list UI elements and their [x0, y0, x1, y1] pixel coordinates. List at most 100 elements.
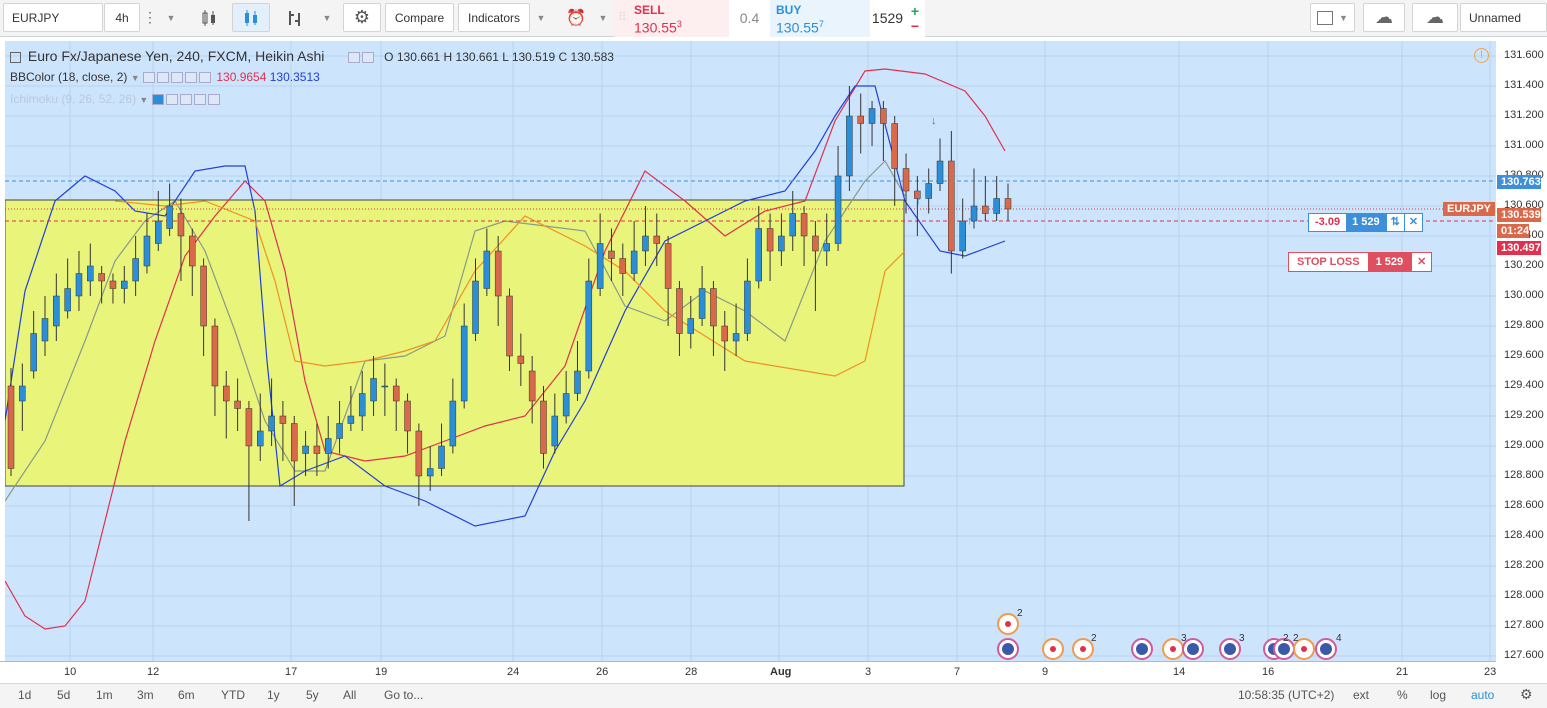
ichimoku-add-icon[interactable] [193, 94, 206, 106]
time-tick-8: 3 [865, 666, 872, 678]
series-title: Euro Fx/Japanese Yen, 240, FXCM, Heikin … [27, 48, 325, 64]
event-badge-5: 2 [1293, 633, 1299, 644]
interval-selector[interactable]: 4h [104, 3, 140, 32]
time-tick-14: 23 [1484, 666, 1497, 678]
quantity-plus-button[interactable]: + [911, 3, 919, 19]
buy-button[interactable]: BUY 130.557 [770, 0, 870, 37]
layout-name: Unnamed [1469, 10, 1522, 25]
indicators-dropdown-icon[interactable]: ▼ [530, 3, 552, 32]
time-tick-5: 26 [596, 666, 609, 678]
symbol-search-input[interactable]: EURJPY [3, 3, 103, 32]
candle-body-16 [189, 235, 196, 267]
candle-body-11 [132, 258, 139, 282]
time-axis[interactable]: 10 12 17 19 24 26 28 Aug 3 7 9 14 16 21 23 [0, 661, 1496, 683]
range-1y[interactable]: 1y [267, 688, 280, 702]
candle-body-8 [98, 273, 105, 282]
ichimoku-settings-icon[interactable] [165, 94, 178, 106]
cloud-load-icon[interactable]: ☁ [1363, 3, 1405, 32]
goto-button[interactable]: Go to... [384, 688, 423, 702]
ichimoku-eye-icon[interactable] [151, 94, 164, 106]
close-position-icon[interactable]: ✕ [1403, 214, 1422, 231]
bbcolor-dropdown-icon[interactable]: ▼ [131, 73, 140, 83]
drag-handle-icon[interactable]: ⠿ [618, 10, 627, 24]
bbcolor-add-icon[interactable] [185, 72, 197, 84]
ohlc-bars-icon [289, 10, 300, 26]
warning-icon[interactable]: ! [1474, 48, 1489, 63]
candle-body-41 [472, 280, 479, 334]
series-settings-icon[interactable] [348, 51, 361, 63]
ichimoku-legend: Ichimoku (9, 26, 52, 26) ▼ [10, 92, 222, 106]
price-axis[interactable]: 131.600131.400131.200131.000130.800130.6… [1496, 41, 1547, 661]
settings-gear-icon[interactable]: ⚙ [343, 3, 381, 32]
symbol-price-tag: EURJPY [1443, 202, 1495, 216]
candle-body-32 [370, 378, 377, 402]
position-line-label[interactable]: -3.09 1 529 ⇅ ✕ [1308, 213, 1424, 232]
range-1d[interactable]: 1d [18, 688, 31, 702]
ext-toggle[interactable]: ext [1353, 688, 1369, 702]
compare-button[interactable]: Compare [385, 3, 454, 32]
price-tick-7: 130.200 [1504, 259, 1544, 271]
indicators-button[interactable]: Indicators [458, 3, 530, 32]
candle-body-68 [778, 235, 785, 252]
main-series-legend: Euro Fx/Japanese Yen, 240, FXCM, Heikin … [10, 48, 614, 64]
bars-style-button[interactable] [190, 3, 228, 32]
ichimoku-name: Ichimoku (9, 26, 52, 26) [10, 92, 137, 106]
time-tick-4: 24 [507, 666, 520, 678]
position-qty: 1 529 [1346, 214, 1386, 231]
bbcolor-close-icon[interactable] [199, 72, 211, 84]
candle-body-50 [574, 370, 581, 394]
percent-toggle[interactable]: % [1397, 688, 1408, 702]
price-tick-1: 131.400 [1504, 79, 1544, 91]
log-toggle[interactable]: log [1430, 688, 1446, 702]
interval-dropdown-icon[interactable]: ▼ [160, 3, 182, 32]
cloud-save-icon[interactable]: ☁ [1412, 3, 1458, 32]
ichimoku-close-icon[interactable] [207, 94, 220, 106]
quantity-input[interactable]: 1529 [870, 0, 905, 37]
buy-price: 130.55 [776, 19, 819, 36]
sell-price-pipette: 3 [676, 19, 682, 29]
candle-body-42 [483, 250, 491, 289]
candles-style-button[interactable] [232, 3, 270, 32]
ichimoku-dropdown-icon[interactable]: ▼ [139, 95, 148, 105]
range-1m[interactable]: 1m [96, 688, 113, 702]
reverse-position-icon[interactable]: ⇅ [1385, 214, 1404, 231]
candle-body-56 [642, 235, 649, 252]
bbcolor-settings-icon[interactable] [157, 72, 169, 84]
range-3m[interactable]: 3m [137, 688, 154, 702]
layout-select-button[interactable]: ▼ [1310, 3, 1355, 32]
range-5d[interactable]: 5d [57, 688, 70, 702]
ichimoku-source-icon[interactable] [179, 94, 192, 106]
range-all[interactable]: All [343, 688, 356, 702]
candle-body-12 [143, 235, 151, 267]
range-5y[interactable]: 5y [306, 688, 319, 702]
event-marker-dot-4 [1136, 643, 1148, 655]
bbcolor-source-icon[interactable] [171, 72, 183, 84]
layout-name-button[interactable]: Unnamed [1460, 3, 1547, 32]
candle-body-37 [426, 468, 434, 477]
sell-button[interactable]: ⠿ SELL 130.553 [614, 0, 729, 37]
chart-type-dropdown-icon[interactable]: ▼ [316, 3, 338, 32]
candle-body-70 [800, 213, 808, 237]
chart-type-button[interactable] [276, 3, 314, 32]
chart-pane[interactable]: ↓ ↑ ↑ 2 2 3 3 2 2 4 Euro Fx/Japanese Yen, 240, FX… [5, 41, 1496, 661]
candle-body-4 [53, 295, 60, 327]
candle-body-10 [121, 280, 128, 289]
candle-body-78 [891, 123, 898, 169]
time-tick-12: 16 [1262, 666, 1275, 678]
collapse-legend-icon[interactable] [10, 51, 21, 63]
range-ytd[interactable]: YTD [221, 688, 245, 702]
alert-dropdown-icon[interactable]: ▼ [596, 3, 610, 32]
stop-loss-label[interactable]: STOP LOSS 1 529 ✕ [1288, 252, 1433, 272]
settings-gear-icon-bottom[interactable]: ⚙ [1520, 686, 1533, 703]
alert-clock-icon[interactable]: ⏰ [558, 3, 594, 32]
series-more-icon[interactable] [362, 51, 375, 63]
bbcolor-eye-icon[interactable] [143, 72, 155, 84]
range-6m[interactable]: 6m [178, 688, 195, 702]
auto-toggle[interactable]: auto [1471, 688, 1494, 702]
cancel-stop-loss-icon[interactable]: ✕ [1411, 253, 1431, 271]
quantity-minus-button[interactable]: − [911, 18, 919, 34]
interval-more-icon[interactable]: ⋮ [142, 3, 158, 32]
price-chart[interactable]: ↓↑↑22 3 3 2 2 4 [5, 41, 1496, 661]
clock-timezone[interactable]: 10:58:35 (UTC+2) [1238, 688, 1334, 702]
stop-loss-price-label: 130.497 [1497, 241, 1541, 255]
